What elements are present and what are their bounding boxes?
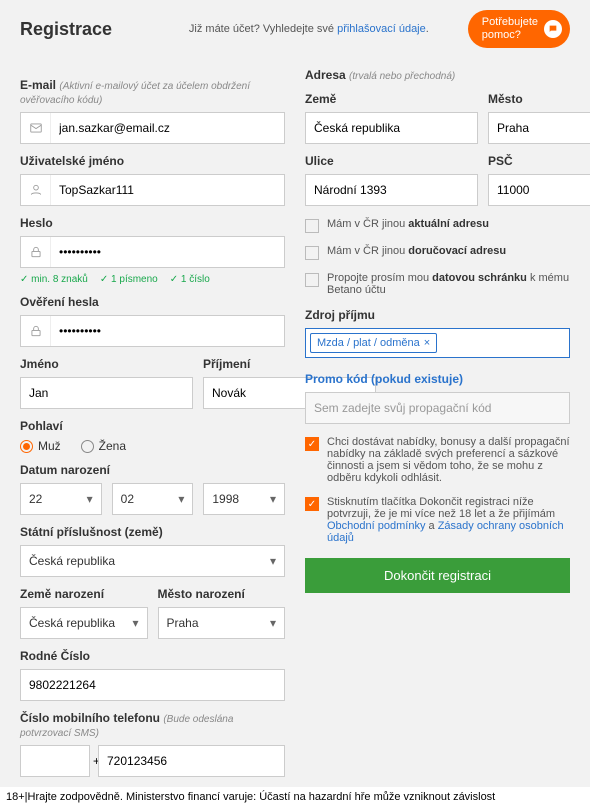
phone-field[interactable] (98, 745, 285, 777)
checkbox-icon (305, 246, 319, 260)
personal-id-label: Rodné Číslo (20, 649, 285, 663)
birth-city-select[interactable]: Praha▾ (158, 607, 286, 639)
password-input[interactable] (51, 237, 284, 267)
email-field[interactable] (20, 112, 285, 144)
phone-input[interactable] (99, 746, 284, 776)
caret-icon: ▾ (270, 492, 276, 506)
nationality-label: Státní příslušnost (země) (20, 525, 285, 539)
password-label: Heslo (20, 216, 285, 230)
country-field[interactable] (305, 112, 478, 144)
radio-icon (20, 440, 33, 453)
help-button[interactable]: Potřebujete pomoc? (468, 10, 570, 48)
responsible-gambling-footer: 18+|Hrajte zodpovědně. Ministerstvo fina… (0, 787, 590, 807)
user-icon (21, 175, 51, 205)
terms-link[interactable]: Obchodní podmínky (327, 520, 425, 532)
dob-day-select[interactable]: 22▾ (20, 483, 102, 515)
gender-male-radio[interactable]: Muž (20, 439, 61, 453)
submit-button[interactable]: Dokončit registraci (305, 558, 570, 593)
dob-label: Datum narození (20, 463, 285, 477)
checkbox-checked-icon: ✓ (305, 437, 319, 451)
checkbox-icon (305, 273, 319, 287)
city-label: Město (488, 92, 590, 106)
phone-prefix-field[interactable] (20, 745, 90, 777)
confirm-password-label: Ověření hesla (20, 295, 285, 309)
remove-icon[interactable]: × (424, 337, 430, 349)
delivery-address-checkbox[interactable]: Mám v ČR jinou doručovací adresu (305, 245, 570, 260)
marketing-consent-checkbox[interactable]: ✓ Chci dostávat nabídky, bonusy a další … (305, 436, 570, 484)
dob-month-select[interactable]: 02▾ (112, 483, 194, 515)
checkbox-icon (305, 219, 319, 233)
email-input[interactable] (51, 113, 284, 143)
city-input[interactable] (489, 113, 590, 143)
country-label: Země (305, 92, 478, 106)
income-chip[interactable]: Mzda / plat / odměna× (310, 333, 437, 353)
personal-id-input[interactable] (21, 670, 284, 700)
firstname-field[interactable] (20, 377, 193, 409)
birth-city-label: Město narození (158, 587, 286, 601)
caret-icon: ▾ (178, 492, 184, 506)
chat-icon (544, 20, 562, 38)
firstname-input[interactable] (21, 378, 192, 408)
personal-id-field[interactable] (20, 669, 285, 701)
actual-address-checkbox[interactable]: Mám v ČR jinou aktuální adresu (305, 218, 570, 233)
mail-icon (21, 113, 51, 143)
income-label: Zdroj příjmu (305, 308, 570, 322)
terms-consent-checkbox[interactable]: ✓ Stisknutím tlačítka Dokončit registrac… (305, 496, 570, 544)
login-link[interactable]: přihlašovací údaje (337, 23, 426, 35)
lock-icon (21, 237, 51, 267)
zip-label: PSČ (488, 154, 590, 168)
street-input[interactable] (306, 175, 477, 205)
promo-label: Promo kód (pokud existuje) (305, 372, 570, 386)
city-field[interactable] (488, 112, 590, 144)
gender-label: Pohlaví (20, 419, 285, 433)
dob-year-select[interactable]: 1998▾ (203, 483, 285, 515)
street-field[interactable] (305, 174, 478, 206)
lock-icon (21, 316, 51, 346)
password-field[interactable] (20, 236, 285, 268)
country-input[interactable] (306, 113, 477, 143)
confirm-password-field[interactable] (20, 315, 285, 347)
zip-field[interactable] (488, 174, 590, 206)
caret-icon: ▾ (132, 616, 138, 630)
username-label: Uživatelské jméno (20, 154, 285, 168)
phone-label: Číslo mobilního telefonu (Bude odeslána … (20, 711, 285, 739)
birth-country-label: Země narození (20, 587, 148, 601)
firstname-label: Jméno (20, 357, 193, 371)
caret-icon: ▾ (87, 492, 93, 506)
income-select[interactable]: Mzda / plat / odměna× (305, 328, 570, 358)
promo-field[interactable]: Sem zadejte svůj propagační kód (305, 392, 570, 424)
zip-input[interactable] (489, 175, 590, 205)
checkbox-checked-icon: ✓ (305, 497, 319, 511)
email-label: E-mail (Aktivní e-mailový účet za účelem… (20, 78, 285, 106)
caret-icon: ▾ (270, 554, 276, 568)
already-account-msg: Již máte účet? Vyhledejte své přihlašova… (150, 23, 468, 35)
gender-female-radio[interactable]: Žena (81, 439, 126, 453)
birth-country-select[interactable]: Česká republika▾ (20, 607, 148, 639)
confirm-password-input[interactable] (51, 316, 284, 346)
page-title: Registrace (20, 19, 150, 40)
username-field[interactable] (20, 174, 285, 206)
caret-icon: ▾ (270, 616, 276, 630)
radio-icon (81, 440, 94, 453)
databox-checkbox[interactable]: Propojte prosím mou datovou schránku k m… (305, 272, 570, 296)
username-input[interactable] (51, 175, 284, 205)
password-requirements: min. 8 znaků 1 písmeno 1 číslo (20, 274, 285, 285)
address-label: Adresa (trvalá nebo přechodná) (305, 68, 570, 82)
nationality-select[interactable]: Česká republika▾ (20, 545, 285, 577)
street-label: Ulice (305, 154, 478, 168)
